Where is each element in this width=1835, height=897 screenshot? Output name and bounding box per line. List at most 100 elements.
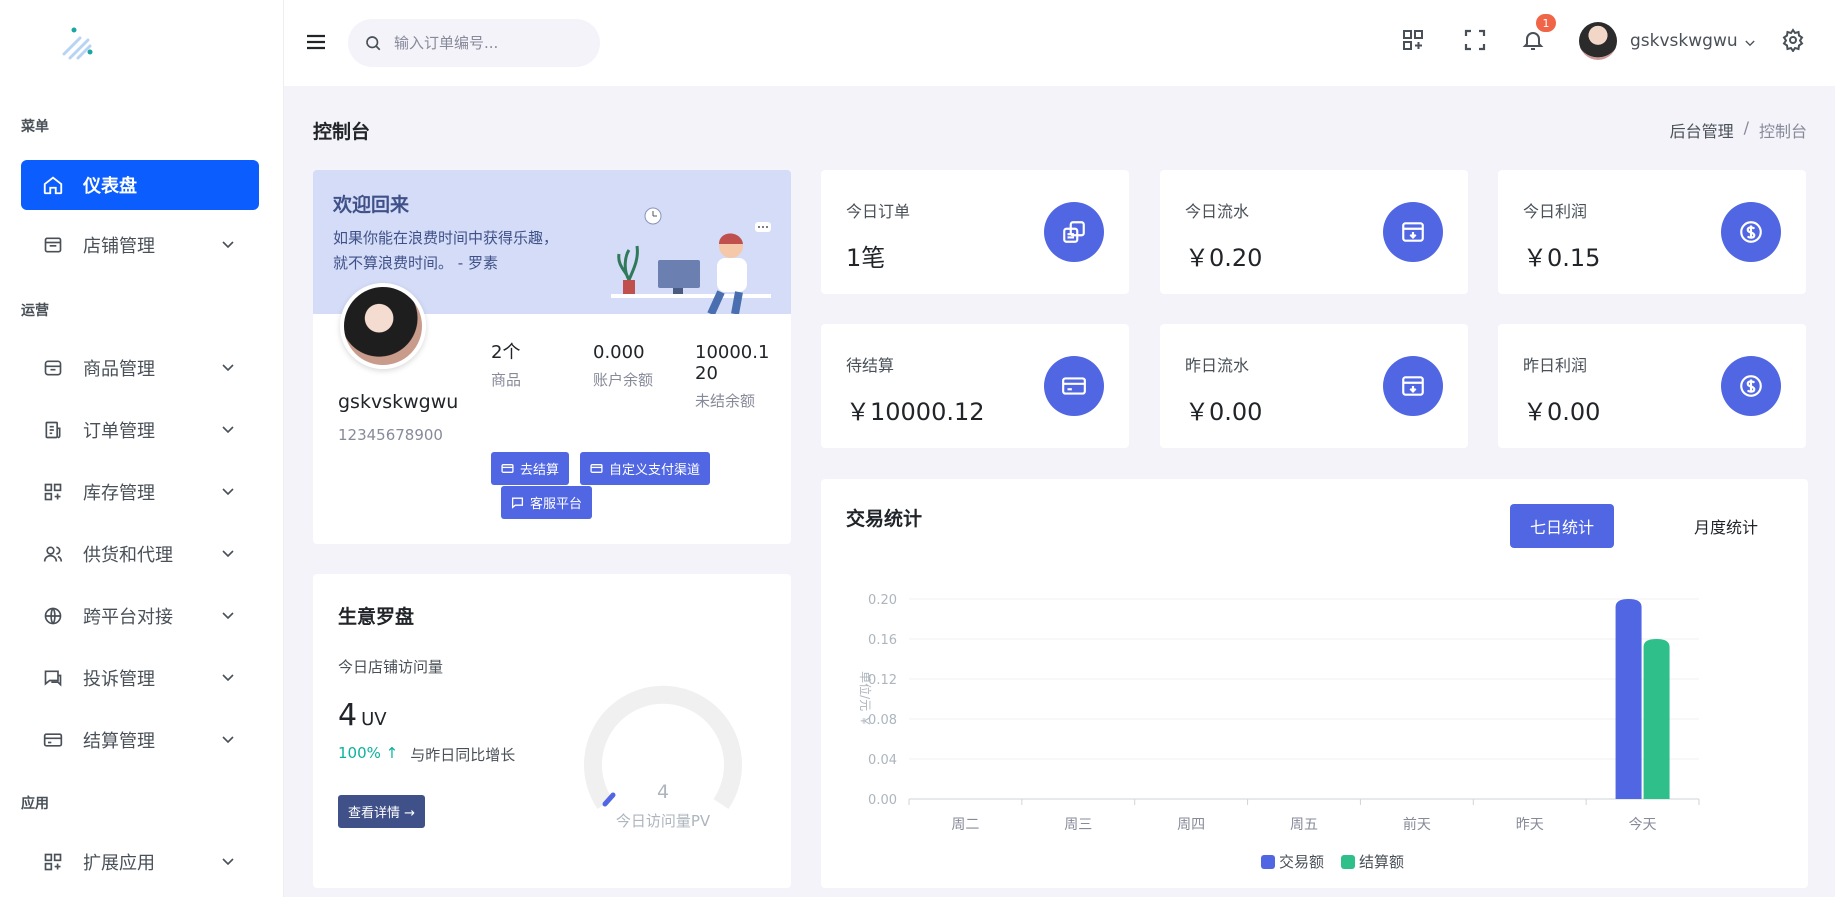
top-header: 1 gskvskwgwu (284, 0, 1835, 86)
x-tick-label: 今天 (1629, 817, 1657, 833)
grid-plus-icon (41, 850, 65, 874)
x-tick-label: 周四 (1177, 817, 1205, 833)
sidebar-item-complaints[interactable]: 投诉管理 (21, 653, 259, 703)
stat-card-title: 今日利润 (1523, 202, 1588, 221)
card-icon (590, 464, 603, 473)
menu-section-title: 应用 (21, 796, 49, 812)
archive-icon (1383, 356, 1443, 416)
username: gskvskwgwu (1630, 31, 1738, 51)
breadcrumb-separator: / (1743, 118, 1749, 137)
apps-icon[interactable] (1399, 26, 1427, 54)
chevron-down-icon (221, 612, 235, 620)
profile-phone: 12345678900 (338, 426, 443, 444)
stat-card-today-profit: 今日利润 ￥0.15 (1498, 170, 1806, 294)
box-icon (41, 356, 65, 380)
gauge-value: 4 (657, 781, 669, 803)
custom-payment-button[interactable]: 自定义支付渠道 (580, 452, 711, 485)
stat-value: 10000.120 (695, 342, 770, 384)
stat-card-value: ￥0.15 (1523, 244, 1601, 272)
chevron-down-icon (221, 364, 235, 372)
chevron-down-icon (221, 736, 235, 744)
trade-bar-chart: 0.000.040.080.120.160.20单位/元 ￥周二 周三 周四 周五 前天… (858, 593, 1700, 871)
notification-badge: 1 (1536, 14, 1556, 32)
gauge-label: 今日访问量PV (616, 812, 711, 830)
view-details-button[interactable]: 查看详情 → (338, 795, 426, 828)
page-title: 控制台 (313, 121, 371, 143)
pv-gauge: 4 今日访问量PV (584, 685, 742, 830)
home-icon (41, 173, 65, 197)
user-menu[interactable]: gskvskwgwu (1579, 22, 1755, 60)
search-box (348, 19, 600, 67)
bar-settle (1643, 639, 1670, 799)
tab-monthly[interactable]: 月度统计 (1674, 504, 1778, 548)
tab-seven-day[interactable]: 七日统计 (1509, 504, 1614, 548)
stat-card-title: 待结算 (846, 356, 895, 375)
card-icon (41, 728, 65, 752)
stat-label: 未结余额 (695, 392, 756, 410)
stat-card-value: 1笔 (846, 244, 886, 272)
sidebar-item-label: 跨平台对接 (83, 607, 173, 628)
sidebar-item-supply[interactable]: 供货和代理 (21, 529, 259, 579)
breadcrumb-current: 控制台 (1758, 122, 1807, 141)
chevron-down-icon (1745, 32, 1755, 51)
x-tick-label: 周二 (951, 817, 979, 833)
customer-service-button[interactable]: 客服平台 (501, 486, 593, 519)
chevron-down-icon (221, 550, 235, 558)
sidebar-item-label: 店铺管理 (83, 236, 155, 257)
search-input[interactable] (394, 34, 584, 52)
order-icon (41, 418, 65, 442)
sidebar-item-label: 供货和代理 (83, 545, 173, 566)
stat-card-yesterday-profit: 昨日利润 ￥0.00 (1498, 324, 1806, 448)
legend-label: 交易额 (1279, 853, 1324, 871)
sidebar-item-dashboard[interactable]: 仪表盘 (21, 160, 259, 210)
stat-card-today-orders: 今日订单 1笔 (821, 170, 1129, 294)
chevron-down-icon (221, 426, 235, 434)
stat-label: 商品 (491, 371, 522, 389)
stat-value: 0.000 (593, 342, 645, 363)
stat-card-value: ￥0.00 (1185, 398, 1263, 426)
desk-illustration (611, 207, 771, 314)
sidebar-item-products[interactable]: 商品管理 (21, 343, 259, 393)
breadcrumb-link[interactable]: 后台管理 (1670, 118, 1734, 142)
logo-icon[interactable] (58, 24, 98, 64)
store-icon (41, 233, 65, 257)
fullscreen-icon[interactable] (1461, 26, 1489, 54)
sidebar-item-label: 仪表盘 (83, 176, 137, 197)
legend-swatch (1341, 855, 1355, 869)
sidebar-item-settlement[interactable]: 结算管理 (21, 715, 259, 765)
stat-label: 账户余额 (593, 371, 654, 389)
stat-card-title: 今日订单 (846, 202, 911, 221)
card-title: 生意罗盘 (338, 606, 415, 628)
welcome-quote: 如果你能在浪费时间中获得乐趣，就不算浪费时间。 - 罗素 (333, 229, 559, 272)
y-tick-label: 0.20 (868, 593, 897, 608)
chat-icon (41, 666, 65, 690)
growth-text: 与昨日同比增长 (410, 746, 516, 764)
stat-balance: 0.000 账户余额 (593, 342, 683, 390)
sidebar-item-cross-platform[interactable]: 跨平台对接 (21, 591, 259, 641)
sidebar-item-orders[interactable]: 订单管理 (21, 405, 259, 455)
button-label: 客服平台 (530, 497, 583, 512)
stat-card-value: ￥0.00 (1523, 398, 1601, 426)
y-axis-label: 单位/元 ￥ (858, 671, 873, 727)
gear-icon[interactable] (1779, 26, 1807, 54)
sidebar: 菜单 仪表盘 店铺管理 运营 商品管理 订单管理 库存管理 供货和代理 跨平台对… (0, 0, 284, 897)
growth-percent: 100% ↑ (338, 744, 399, 762)
hamburger-icon[interactable] (304, 30, 328, 54)
sidebar-item-label: 结算管理 (83, 731, 155, 752)
dollar-icon (1721, 202, 1781, 262)
chevron-down-icon (221, 858, 235, 866)
search-icon (366, 36, 381, 51)
sidebar-item-extensions[interactable]: 扩展应用 (21, 837, 259, 887)
sidebar-item-inventory[interactable]: 库存管理 (21, 467, 259, 517)
stat-card-title: 昨日利润 (1523, 356, 1588, 375)
welcome-title: 欢迎回来 (333, 194, 410, 216)
settle-button[interactable]: 去结算 (491, 452, 570, 485)
button-label: 自定义支付渠道 (609, 463, 701, 478)
card-title: 交易统计 (846, 508, 923, 530)
sidebar-item-label: 扩展应用 (83, 853, 155, 874)
menu-section-title: 运营 (21, 303, 49, 319)
globe-icon (41, 604, 65, 628)
chevron-down-icon (221, 488, 235, 496)
sidebar-item-label: 商品管理 (83, 359, 155, 380)
sidebar-item-store[interactable]: 店铺管理 (21, 220, 259, 270)
